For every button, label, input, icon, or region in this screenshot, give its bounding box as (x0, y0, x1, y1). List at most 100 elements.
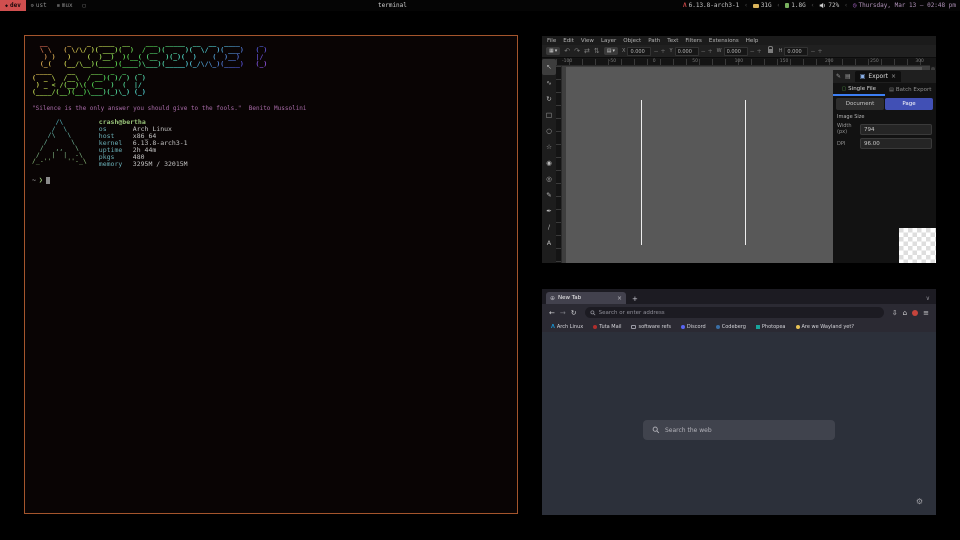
selection-mode-dropdown[interactable]: ▦ ▾ (546, 47, 560, 55)
dpi-input[interactable]: 96.00 (860, 138, 932, 149)
plus-button[interactable]: + (757, 48, 762, 55)
status-kernel[interactable]: Λ 6.13.8-arch3-1 (683, 2, 739, 9)
minus-button[interactable]: − (750, 48, 755, 55)
layers-icon[interactable]: ▤ (845, 73, 851, 80)
menu-help[interactable]: Help (746, 38, 759, 44)
status-disk[interactable]: 31G (753, 2, 772, 9)
plus-button[interactable]: + (708, 48, 713, 55)
menu-extensions[interactable]: Extensions (709, 38, 739, 44)
menu-layer[interactable]: Layer (601, 38, 616, 44)
z-order-dropdown[interactable]: ▤ ▾ (604, 47, 618, 55)
memory-text: 1.8G (791, 2, 805, 9)
extension-icon[interactable] (912, 310, 918, 316)
coord-input[interactable]: 0.000 (784, 47, 808, 56)
drawn-line-left (641, 100, 642, 245)
downloads-icon[interactable]: ⇩ (892, 309, 898, 317)
coord-w: W0.000−+ (717, 47, 762, 56)
back-button[interactable]: ← (549, 309, 555, 317)
plus-button[interactable]: + (817, 48, 822, 55)
menu-view[interactable]: View (581, 38, 594, 44)
export-tab-title: Export (868, 73, 888, 80)
export-dialog-tab[interactable]: ▣ Export × (855, 71, 901, 82)
close-icon[interactable]: × (617, 295, 622, 302)
home-icon[interactable]: ⌂ (903, 309, 907, 317)
tool-icon-8[interactable]: ✎ (542, 187, 556, 203)
logo-row: /_-'' ''-_\ (32, 158, 87, 165)
status-memory[interactable]: 1.8G (785, 2, 805, 9)
url-bar[interactable]: Search or enter address (585, 307, 884, 318)
tool-icon-4[interactable]: ○ (542, 123, 556, 139)
coord-h: H0.000−+ (779, 47, 823, 56)
pencil-icon[interactable]: ✎ (836, 73, 841, 80)
reload-button[interactable]: ↻ (571, 309, 577, 317)
tool-icon-2[interactable]: ↻ (542, 91, 556, 107)
workspace-dev[interactable]: ◆dev (0, 0, 26, 11)
bookmark-discord[interactable]: Discord (681, 324, 706, 330)
status-volume[interactable]: 72% (819, 2, 839, 9)
tool-icon-10[interactable]: / (542, 219, 556, 235)
tool-icon-9[interactable]: ✒ (542, 203, 556, 219)
tool-icon-11[interactable]: A (542, 235, 556, 251)
tab-title: New Tab (558, 295, 614, 301)
flip-horizontal-icon[interactable]: ⇄ (584, 47, 590, 55)
menu-edit[interactable]: Edit (563, 38, 574, 44)
bookmark-photopea[interactable]: Photopea (756, 324, 786, 330)
tool-icon-3[interactable]: □ (542, 107, 556, 123)
tool-icon-5[interactable]: ☆ (542, 139, 556, 155)
coord-input[interactable]: 0.000 (724, 47, 748, 56)
terminal-window[interactable]: __ _ _ ____ __ ___ _____ __ __ ____ _ \ … (24, 35, 518, 514)
bookmark-arch-linux[interactable]: ΛArch Linux (551, 324, 583, 330)
menu-file[interactable]: File (547, 38, 556, 44)
tool-icon-7[interactable]: ◎ (542, 171, 556, 187)
forward-button[interactable]: → (560, 309, 566, 317)
coord-input[interactable]: 0.000 (627, 47, 651, 56)
minus-button[interactable]: − (810, 48, 815, 55)
inkscape-toolbox: ↖∿↻□○☆◉◎✎✒/A (542, 59, 556, 263)
menu-text[interactable]: Text (667, 38, 678, 44)
new-tab-button[interactable]: + (632, 295, 638, 303)
search-icon (590, 310, 596, 316)
workspace-mux[interactable]: ≣mux (52, 0, 78, 11)
flip-vertical-icon[interactable]: ⇅ (594, 47, 600, 55)
document-button[interactable]: Document (836, 98, 884, 110)
shell-prompt[interactable]: ~ ❯ (32, 176, 510, 184)
lock-icon[interactable] (768, 49, 773, 53)
kernel-text: 6.13.8-arch3-1 (689, 2, 740, 9)
width-input[interactable]: 794 (860, 124, 932, 135)
coord-label: X (622, 48, 625, 54)
tool-icon-6[interactable]: ◉ (542, 155, 556, 171)
menu-filters[interactable]: Filters (685, 38, 702, 44)
layers-icon: ▤ (607, 48, 612, 54)
bookmark-are-we-wayland-yet-[interactable]: Are we Wayland yet? (796, 324, 854, 330)
coord-input[interactable]: 0.000 (675, 47, 699, 56)
tool-icon-0[interactable]: ↖ (542, 59, 556, 75)
tool-icon-1[interactable]: ∿ (542, 75, 556, 91)
tab-single-file[interactable]: ▢ Single File (833, 83, 885, 96)
web-search-box[interactable]: Search the web (643, 420, 835, 440)
menu-icon[interactable]: ≡ (923, 309, 929, 317)
rotate-ccw-icon[interactable]: ↶ (564, 47, 570, 55)
personalize-gear-icon[interactable]: ⚙ (916, 497, 923, 506)
menu-path[interactable]: Path (648, 38, 660, 44)
workspace-icon: ◆ (5, 3, 8, 9)
bookmark-codeberg[interactable]: Codeberg (716, 324, 746, 330)
list-tabs-icon[interactable]: ∨ (926, 295, 930, 302)
bookmark-software-refs[interactable]: software refs (631, 324, 670, 330)
tab-new-tab[interactable]: ⊕ New Tab × (546, 292, 626, 304)
tab-label: Single File (848, 86, 876, 92)
page-button[interactable]: Page (885, 98, 933, 110)
export-scope-buttons: Document Page (836, 98, 933, 110)
plus-button[interactable]: + (660, 48, 665, 55)
minus-button[interactable]: − (701, 48, 706, 55)
workspace-ust[interactable]: ⚙ust (26, 0, 52, 11)
minus-button[interactable]: − (653, 48, 658, 55)
tab-batch-export[interactable]: ▤ Batch Export (885, 83, 937, 96)
workspace-scratch[interactable]: □ (78, 0, 91, 11)
status-clock[interactable]: ◷ Thursday, Mar 13 — 02:48 pm (853, 2, 956, 9)
bookmark-tuta-mail[interactable]: Tuta Mail (593, 324, 621, 330)
ruler-tick: 0 (653, 59, 656, 64)
grid-icon: ▦ (549, 48, 554, 54)
menu-object[interactable]: Object (623, 38, 641, 44)
close-icon[interactable]: × (891, 73, 896, 80)
rotate-cw-icon[interactable]: ↷ (574, 47, 580, 55)
